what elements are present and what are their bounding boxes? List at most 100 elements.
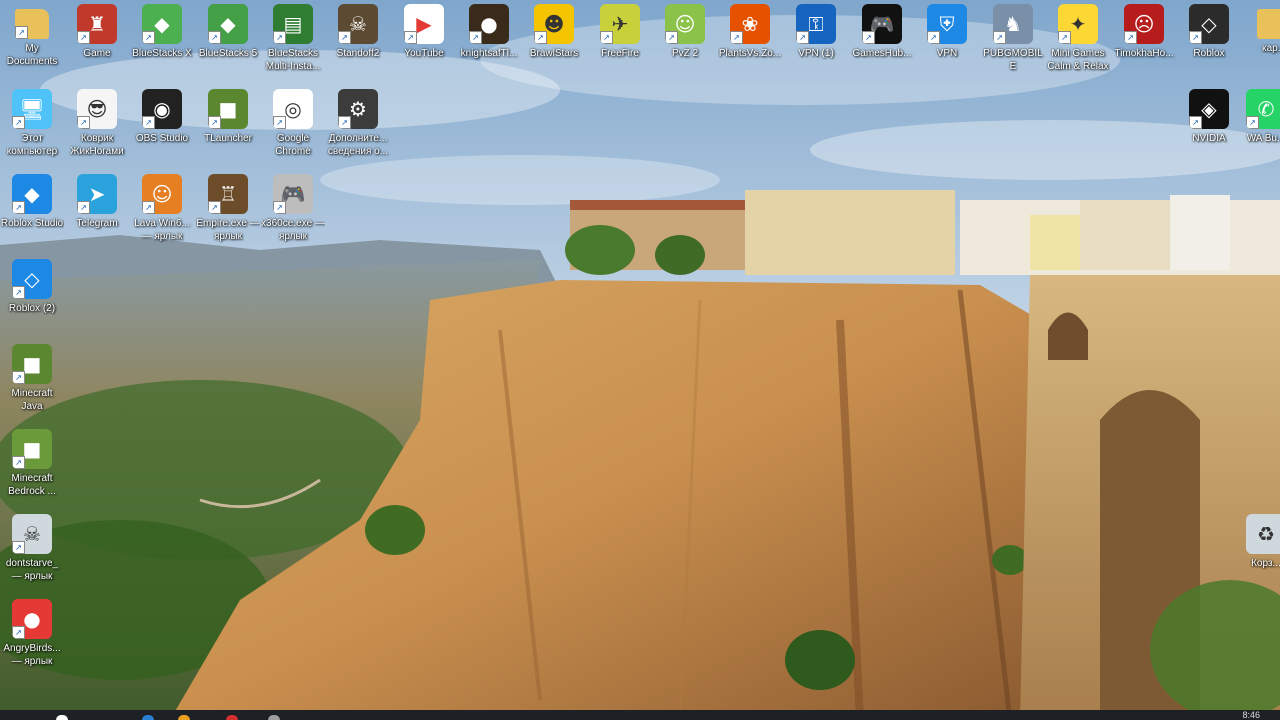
desktop-shortcut[interactable]: ☠ ↗ dontstarve_ — ярлык xyxy=(0,510,64,583)
game-icon: ♜ ↗ xyxy=(77,4,117,44)
desktop-shortcut-label: Этот компьютер xyxy=(6,133,58,157)
desktop-shortcut[interactable]: ● ↗ knightsafTl... xyxy=(457,0,521,60)
brawlstars-icon: ☻ ↗ xyxy=(534,4,574,44)
desktop-shortcut[interactable]: кар... xyxy=(1242,0,1280,55)
gamepad-icon: 🎮 ↗ xyxy=(862,4,902,44)
desktop-shortcut-label: x360ce.exe — ярлык xyxy=(261,218,325,242)
shortcut-arrow-icon: ↗ xyxy=(12,371,25,384)
shortcut-arrow-icon: ↗ xyxy=(1189,31,1202,44)
desktop-shortcut[interactable]: ◇ ↗ Roblox (2) xyxy=(0,255,64,315)
pubg-icon: ♞ ↗ xyxy=(993,4,1033,44)
desktop-shortcut[interactable]: 🎮 ↗ x360ce.exe — ярлык xyxy=(261,170,325,243)
desktop-shortcut-label: PvZ 2 xyxy=(671,48,699,59)
desktop-shortcut[interactable]: ◈ ↗ NVIDIA xyxy=(1177,85,1241,145)
taskbar-app-icon[interactable] xyxy=(226,715,238,720)
desktop-shortcut[interactable]: ⚿ ↗ VPN (1) xyxy=(784,0,848,60)
clock[interactable]: 8:46 xyxy=(1242,710,1260,720)
desktop-shortcut-label: PlantsVs.Zo... xyxy=(718,48,782,59)
desktop-shortcut[interactable]: ✈ ↗ FreeFire xyxy=(588,0,652,60)
desktop-shortcut[interactable]: ➤ ↗ Telegram xyxy=(65,170,129,230)
desktop-shortcut[interactable]: ◆ ↗ BlueStacks X xyxy=(130,0,194,60)
shortcut-arrow-icon: ↗ xyxy=(12,456,25,469)
desktop-shortcut[interactable]: ◇ ↗ Roblox xyxy=(1177,0,1241,60)
desktop-shortcut-label: Standoff2 xyxy=(336,48,380,59)
folder-icon: ↗ xyxy=(15,9,49,39)
desktop-shortcut-label: VPN (1) xyxy=(798,48,834,59)
desktop-shortcut-label: Empire.exe — ярлык xyxy=(196,218,260,242)
shortcut-arrow-icon: ↗ xyxy=(142,116,155,129)
desktop-shortcut-label: Game xyxy=(83,48,111,59)
desktop-shortcut-label: NVIDIA xyxy=(1192,133,1226,144)
desktop-shortcut-label: Коврик ЖикНогами xyxy=(70,133,124,157)
desktop-shortcut[interactable]: ◆ ↗ Roblox Studio xyxy=(0,170,64,230)
start-icon[interactable] xyxy=(56,715,68,720)
desktop-shortcut[interactable]: ✆↗ WA Bu... xyxy=(1234,85,1280,145)
desktop-shortcut-label: BlueStacks Multi-Insta... xyxy=(265,48,321,72)
computer-icon: 🖥 ↗ xyxy=(12,89,52,129)
bluestacks-icon: ◆ ↗ xyxy=(142,4,182,44)
desktop-shortcut[interactable]: ▤ ↗ BlueStacks Multi-Insta... xyxy=(261,0,325,73)
desktop-shortcut[interactable]: ❀ ↗ PlantsVs.Zo... xyxy=(718,0,782,60)
desktop-shortcut[interactable]: ☻ ↗ BrawlStars xyxy=(522,0,586,60)
minecraft-icon: ■ ↗ xyxy=(12,344,52,384)
desktop-shortcut[interactable]: ♜ ↗ Game xyxy=(65,0,129,60)
desktop-shortcut[interactable]: ■ ↗ Minecraft Bedrock ... xyxy=(0,425,64,498)
shortcut-arrow-icon: ↗ xyxy=(534,31,547,44)
game-icon: ● ↗ xyxy=(469,4,509,44)
desktop-shortcut[interactable]: ☺ ↗ PvZ 2 xyxy=(653,0,717,60)
roblox-icon: ◇ ↗ xyxy=(1189,4,1229,44)
desktop-shortcut-label: кар... xyxy=(1261,43,1280,54)
shortcut-arrow-icon: ↗ xyxy=(600,31,613,44)
desktop-shortcut[interactable]: ☠ ↗ Standoff2 xyxy=(326,0,390,60)
desktop-shortcut[interactable]: ♻ Корз... xyxy=(1234,510,1280,570)
desktop-shortcut-label: Google Chrome xyxy=(275,133,311,157)
settings-icon: ⚙ ↗ xyxy=(338,89,378,129)
desktop-shortcut-label: Lava Win6... — ярлык xyxy=(134,218,190,242)
desktop-shortcut-label: Roblox xyxy=(1193,48,1225,59)
whatsapp-icon: ✆ ↗ xyxy=(1246,89,1280,129)
desktop-shortcut[interactable]: 🖥 ↗ Этот компьютер xyxy=(0,85,64,158)
crash-icon: ☺ ↗ xyxy=(142,174,182,214)
desktop-shortcut-label: Дополните... сведения о... xyxy=(327,133,389,157)
desktop-shortcut-label: Minecraft Bedrock ... xyxy=(8,473,56,497)
desktop-shortcut-label: BlueStacks 5 xyxy=(198,48,258,59)
youtube-icon: ▶ ↗ xyxy=(404,4,444,44)
desktop-shortcut[interactable]: ◎ ↗ Google Chrome xyxy=(261,85,325,158)
desktop-shortcut[interactable]: 😎 ↗ Коврик ЖикНогами xyxy=(65,85,129,158)
bluestacks-multi-icon: ▤ ↗ xyxy=(273,4,313,44)
desktop-shortcut[interactable]: ■ ↗ Minecraft Java xyxy=(0,340,64,413)
desktop-shortcut[interactable]: ⚙ ↗ Дополните... сведения о... xyxy=(326,85,390,158)
shortcut-arrow-icon: ↗ xyxy=(730,31,743,44)
tlauncher-icon: ■ ↗ xyxy=(208,89,248,129)
desktop-shortcut[interactable]: ▶ ↗ YouTube xyxy=(392,0,456,60)
desktop-shortcut[interactable]: ◉ ↗ OBS Studio xyxy=(130,85,194,145)
shortcut-arrow-icon: ↗ xyxy=(1189,116,1202,129)
shortcut-arrow-icon: ↗ xyxy=(1124,31,1137,44)
desktop-shortcut[interactable]: ● ↗ AngryBirds... — ярлык xyxy=(0,595,64,668)
taskbar-app-icon[interactable] xyxy=(142,715,154,720)
desktop-shortcut[interactable]: ↗ My Documents xyxy=(0,0,64,68)
desktop-shortcut[interactable]: ⛨ ↗ VPN xyxy=(915,0,979,60)
desktop-shortcut-label: Roblox (2) xyxy=(8,303,56,314)
taskbar-app-icon[interactable] xyxy=(178,715,190,720)
dontstarve-icon: ☠ ↗ xyxy=(12,514,52,554)
shortcut-arrow-icon: ↗ xyxy=(993,31,1006,44)
desktop-shortcut[interactable]: 🎮 ↗ GamesHub... xyxy=(850,0,914,60)
folder-icon xyxy=(1257,9,1280,39)
shortcut-arrow-icon: ↗ xyxy=(338,31,351,44)
empire-icon: ♖ ↗ xyxy=(208,174,248,214)
desktop-shortcut[interactable]: ■ ↗ TLauncher xyxy=(196,85,260,145)
desktop-shortcut[interactable]: ♞ ↗ PUBGMOBILE xyxy=(981,0,1045,73)
shortcut-arrow-icon: ↗ xyxy=(665,31,678,44)
shortcut-arrow-icon: ↗ xyxy=(15,26,28,39)
taskbar-app-icon[interactable] xyxy=(268,715,280,720)
desktop-shortcut[interactable]: ✦ ↗ Mini Games Calm & Relax xyxy=(1046,0,1110,73)
desktop-shortcut[interactable]: ◆ ↗ BlueStacks 5 xyxy=(196,0,260,60)
desktop-shortcut[interactable]: ☺ ↗ Lava Win6... — ярлык xyxy=(130,170,194,243)
telegram-icon: ➤ ↗ xyxy=(77,174,117,214)
desktop-shortcut[interactable]: ☹ ↗ TimokhaHo... xyxy=(1112,0,1176,60)
shortcut-arrow-icon: ↗ xyxy=(12,541,25,554)
shortcut-arrow-icon: ↗ xyxy=(862,31,875,44)
desktop-shortcut[interactable]: ♖ ↗ Empire.exe — ярлык xyxy=(196,170,260,243)
shortcut-arrow-icon: ↗ xyxy=(12,201,25,214)
